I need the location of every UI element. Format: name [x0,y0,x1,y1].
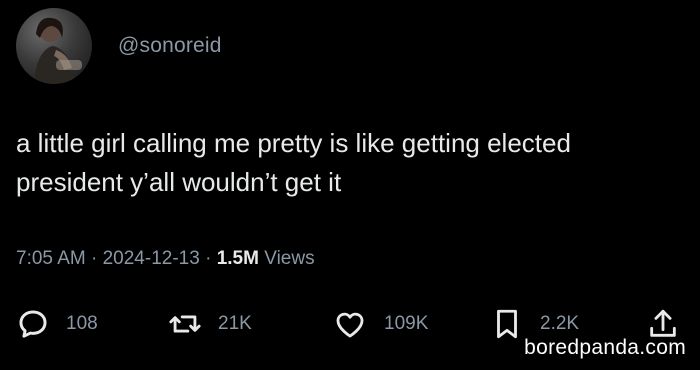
like-button[interactable]: 109K [332,304,428,344]
avatar[interactable] [16,8,92,84]
tweet-date[interactable]: 2024-12-13 [103,248,200,269]
reply-icon [19,310,47,338]
bookmark-count: 2.2K [540,313,580,334]
tweet-time[interactable]: 7:05 AM [16,248,86,269]
avatar-photo-icon [34,17,82,84]
repost-button[interactable]: 21K [168,304,252,344]
watermark: boredpanda.com [524,336,686,359]
meta-separator: · [205,248,212,269]
reply-button[interactable]: 108 [16,304,98,344]
author-handle[interactable]: @sonoreid [118,34,222,58]
reply-count: 108 [66,313,98,334]
tweet-text: a little girl calling me pretty is like … [16,128,571,197]
meta-separator: · [91,248,98,269]
repost-count: 21K [218,313,252,334]
repost-icon [169,315,201,333]
views-label: Views [264,248,315,269]
heart-icon [336,312,364,338]
tweet-meta: 7:05 AM · 2024-12-13 · 1.5M Views [16,248,315,270]
tweet-header: @sonoreid [16,8,222,84]
views-count: 1.5M [216,248,259,269]
like-count: 109K [384,313,429,334]
bookmark-icon [497,309,517,339]
